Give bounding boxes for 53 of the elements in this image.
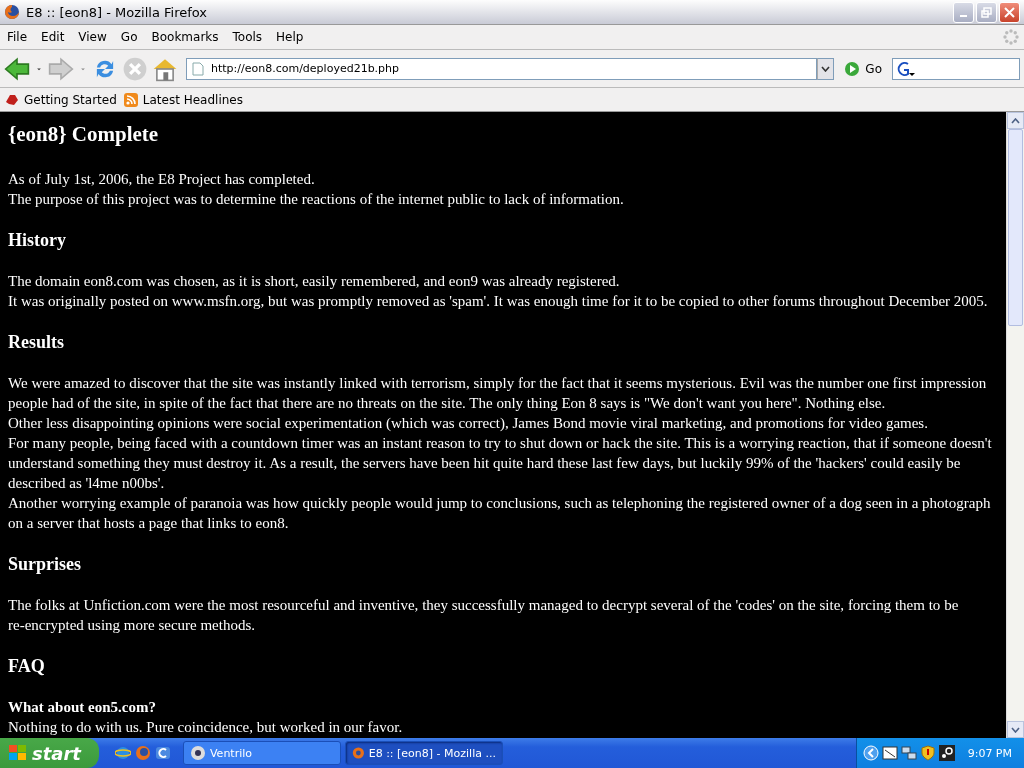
vertical-scrollbar[interactable] (1006, 112, 1024, 738)
page-title: {eon8} Complete (8, 121, 160, 147)
bookmark-item[interactable]: Getting Started (4, 91, 117, 108)
paragraph-line: As of July 1st, 2006, the E8 Project has completed. (8, 170, 316, 189)
taskbar-button[interactable]: E8 :: [eon8] - Mozilla ... (344, 741, 503, 765)
tray-window-icon[interactable] (881, 745, 898, 761)
paragraph-line: Nothing to do with us. Pure coincidence, but worked in our favor. (8, 718, 404, 737)
close-icon (1004, 6, 1015, 18)
window-title: E8 :: [eon8] - Mozilla Firefox (26, 4, 209, 20)
go-button[interactable]: Go (838, 60, 888, 77)
paragraph-line: Other less disappointing opinions were social experimentation (which was correct), James Bond movie viral marketing, and promotions for video games. (8, 414, 929, 433)
throbber-icon (1002, 28, 1020, 46)
app-icon (351, 745, 365, 761)
menu-item[interactable]: Edit (34, 28, 72, 46)
section-heading: History (8, 229, 67, 251)
menu-item[interactable]: Tools (225, 28, 270, 46)
section-heading: Surprises (8, 553, 82, 575)
minimize-icon (960, 15, 967, 17)
paragraph-line: The folks at Unfiction.com were the most resourceful and inventive, they successfully managed to decrypt several of the 'codes' on the site, forcing them to be re-encrypted using more secure methods. (8, 596, 960, 635)
back-arrow-icon[interactable] (4, 55, 30, 82)
search-field[interactable] (892, 57, 1020, 80)
menu-item[interactable]: Bookmarks (144, 28, 226, 46)
taskbar-button[interactable]: Ventrilo (182, 741, 341, 765)
restore-icon (981, 6, 992, 18)
paragraph-line: We were amazed to discover that the site was instantly linked with terrorism, simply for the fact that it seems mysterious. Evil was the number one first impression people had of the site, in spite of the fact that there are no threats on the site. The only thing Eon 8 says is "We don't want you here". Nothing else. (8, 374, 988, 413)
menu-item[interactable]: Help (269, 28, 311, 46)
menu-item[interactable]: File (4, 28, 35, 46)
paragraph-line: It was originally posted on www.msfn.org, but was promptly removed as 'spam'. It was enough time for it to be copied to other forums throughout December 2005. (8, 292, 989, 311)
chevron-up-icon[interactable] (1011, 117, 1020, 124)
address-field[interactable]: http://eon8.com/deployed21b.php (186, 57, 818, 80)
paragraph-line: Another worrying example of paranoia was how quickly people would jump to conclusions, such as telephoning the registered owner of a dog seen in a photograph on a server that hosts a page that links to eon8. (8, 494, 992, 533)
chevron-down-icon[interactable] (1011, 726, 1020, 733)
search-engine-icon[interactable] (896, 60, 916, 77)
app-icon (189, 745, 206, 761)
network-icon[interactable] (900, 745, 917, 761)
bookmark-item[interactable]: Latest Headlines (122, 91, 243, 108)
faq-question: What about eon5.com? (8, 698, 157, 717)
menu-item[interactable]: View (71, 28, 114, 46)
rss-feed-icon (122, 91, 139, 108)
paragraph-line: The domain eon8.com was chosen, as it is short, easily remembered, and eon9 was already registered. (8, 272, 621, 291)
dropdown-button[interactable] (817, 57, 835, 80)
close-button[interactable] (999, 1, 1020, 23)
page-icon (192, 61, 204, 76)
section-heading: FAQ (8, 655, 46, 677)
paragraph-line: The purpose of this project was to determine the reactions of the internet public to lack of information. (8, 190, 625, 209)
chevron-down-icon (821, 65, 831, 72)
tray-expand-icon[interactable] (862, 745, 879, 761)
paragraph-line: For many people, being faced with a countdown timer was an instant reason to try to shut down or hack the site. This is a worrying reaction, that if someone doesn't understand something they must destroy it. As a result, the servers have been hit quite hard these last few days, but luckily 99% of the 'hackers' could easily be described as 'l4me n00bs'. (8, 434, 992, 493)
clock: 9:07 PM (967, 746, 1012, 760)
section-heading: Results (8, 331, 65, 353)
menu-item[interactable]: Go (113, 28, 145, 46)
play-icon (844, 60, 861, 77)
globe-browser-icon[interactable] (114, 745, 131, 761)
